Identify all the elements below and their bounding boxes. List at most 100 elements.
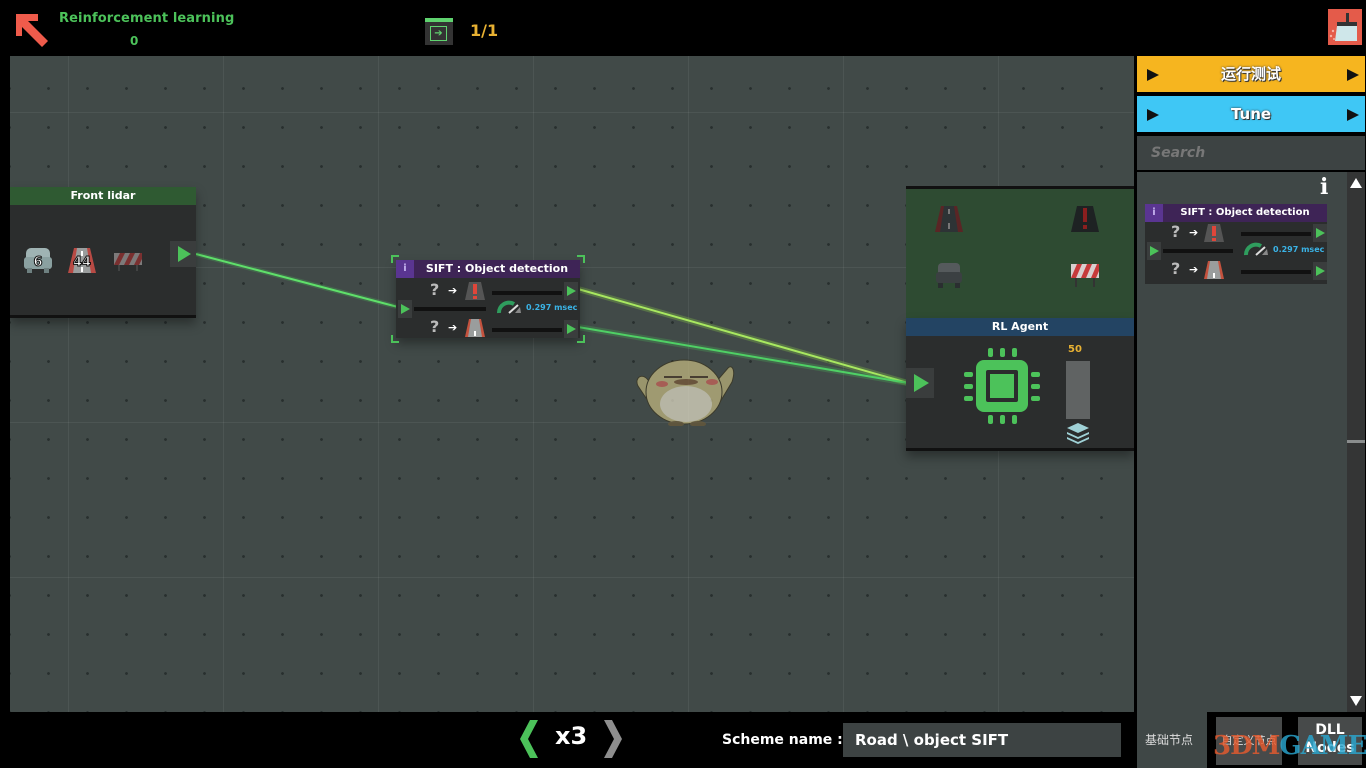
node-list: i i SIFT : Object detection ? ➔ 0.297 ms… (1137, 172, 1365, 712)
info-button[interactable]: i (396, 260, 414, 278)
timing-label: 0.297 msec (1273, 245, 1325, 254)
info-button[interactable]: i (1145, 204, 1163, 222)
epoch-slider[interactable] (1066, 361, 1090, 419)
speed-increase-button[interactable] (604, 720, 626, 758)
obstacle-road-icon (1071, 206, 1099, 232)
node-header: i SIFT : Object detection (1145, 204, 1327, 222)
top-bar: Reinforcement learning 0 ➔ 1/1 (0, 0, 1366, 56)
output-bar (1241, 270, 1311, 274)
cpu-chip-icon (964, 348, 1040, 424)
library-tabs: 基础节点 自定义节点 DLL Nodes (1136, 712, 1366, 768)
exit-door-icon[interactable]: ➔ (425, 18, 453, 45)
obstacle-output-port[interactable] (564, 282, 578, 300)
scroll-down-icon[interactable] (1350, 696, 1362, 706)
speed-gauge-icon (497, 300, 521, 314)
road-output-port[interactable] (564, 320, 578, 338)
bottom-bar: x3 Scheme name : (0, 712, 1136, 768)
scheme-name-input[interactable] (843, 723, 1121, 757)
node-title: RL Agent (906, 318, 1134, 336)
play-icon (1347, 109, 1359, 121)
node-title: SIFT : Object detection (1180, 207, 1310, 218)
output-bar (492, 328, 562, 332)
car-icon: 6 (22, 245, 54, 275)
scheme-name-label: Scheme name : (722, 732, 843, 748)
library-node-sift[interactable]: i SIFT : Object detection ? ➔ 0.297 msec… (1145, 204, 1327, 284)
obstacle-road-icon (465, 282, 485, 300)
node-sift-object-detection[interactable]: i SIFT : Object detection ? ➔ 0.297 msec… (391, 255, 585, 343)
run-test-button[interactable]: 运行测试 (1137, 56, 1365, 92)
node-title: SIFT : Object detection (425, 262, 569, 275)
epoch-count: 50 (1068, 344, 1082, 355)
wire-lidar-to-sift (195, 251, 399, 310)
arrow-icon: ➔ (448, 284, 458, 297)
rl-observation-panel (906, 186, 1134, 318)
wire-sift-road-to-rl (577, 324, 909, 386)
input-bar (414, 307, 486, 311)
clear-button[interactable] (1328, 9, 1362, 45)
unknown-label: ? (430, 280, 440, 299)
unknown-label: ? (430, 317, 440, 336)
node-canvas[interactable]: Front lidar 6 44 i SIFT: Object detecti… (10, 56, 1134, 712)
run-test-label: 运行测试 (1220, 65, 1281, 83)
node-rl-agent[interactable]: RL Agent 50 (906, 318, 1134, 451)
unknown-label: ? (1171, 222, 1181, 241)
play-icon (1147, 69, 1159, 81)
broom-icon (1329, 13, 1357, 41)
arrow-up-left-icon[interactable] (14, 12, 50, 48)
barrier-icon (112, 245, 144, 275)
road-count: 44 (73, 255, 91, 270)
play-icon (1147, 109, 1159, 121)
output-port (1313, 224, 1327, 242)
search-input[interactable] (1137, 136, 1365, 170)
wire-sift-obstacle-to-rl (577, 286, 909, 386)
tune-button[interactable]: Tune (1137, 96, 1365, 132)
arrow-icon: ➔ (448, 321, 458, 334)
barrier-icon (1071, 264, 1099, 287)
simulation-speed: x3 (555, 722, 588, 750)
level-score: 0 (130, 34, 139, 48)
selection-corner (391, 335, 399, 343)
page-counter: 1/1 (470, 21, 499, 40)
level-title: Reinforcement learning (59, 11, 235, 26)
road-icon: 44 (66, 245, 98, 275)
tab-custom-nodes[interactable]: 自定义节点 (1216, 717, 1282, 765)
output-bar (1241, 232, 1311, 236)
scroll-up-icon[interactable] (1350, 178, 1362, 188)
speed-decrease-button[interactable] (516, 720, 538, 758)
car-count: 6 (33, 255, 42, 270)
road-icon (1204, 261, 1224, 279)
tab-basic-nodes[interactable]: 基础节点 (1137, 712, 1207, 768)
exit-icon-bar (425, 18, 453, 22)
selection-corner (577, 335, 585, 343)
input-bar (1163, 249, 1233, 253)
sift-input-port[interactable] (398, 300, 412, 318)
input-port (1147, 242, 1161, 260)
layers-icon[interactable] (1066, 422, 1090, 444)
arrow-icon: ➔ (1189, 263, 1199, 276)
node-header: i SIFT : Object detection (396, 260, 580, 278)
rl-input-port[interactable] (906, 368, 934, 398)
node-front-lidar[interactable]: Front lidar 6 44 (10, 187, 196, 318)
info-icon[interactable]: i (1320, 174, 1328, 200)
mascot-bird (636, 359, 735, 426)
road-icon (465, 319, 485, 337)
exit-icon-arrow: ➔ (430, 26, 447, 41)
tune-label: Tune (1230, 105, 1272, 123)
unknown-label: ? (1171, 259, 1181, 278)
road-icon (935, 206, 963, 232)
output-port (1313, 262, 1327, 280)
tab-dll-nodes[interactable]: DLL Nodes (1298, 717, 1362, 765)
scrollbar[interactable] (1347, 172, 1365, 712)
obstacle-road-icon (1204, 224, 1224, 242)
lidar-output-port[interactable] (170, 241, 196, 267)
timing-label: 0.297 msec (526, 303, 578, 312)
output-bar (492, 291, 562, 295)
scrollbar-thumb[interactable] (1347, 440, 1365, 443)
node-library-panel: 运行测试 Tune i i SIFT : Object detection ? … (1136, 56, 1366, 712)
arrow-icon: ➔ (1189, 226, 1199, 239)
play-icon (1347, 69, 1359, 81)
node-title: Front lidar (10, 187, 196, 205)
dll-label-line1: DLL (1315, 722, 1345, 738)
speed-gauge-icon (1244, 242, 1268, 256)
dll-label-line2: Nodes (1305, 740, 1355, 756)
